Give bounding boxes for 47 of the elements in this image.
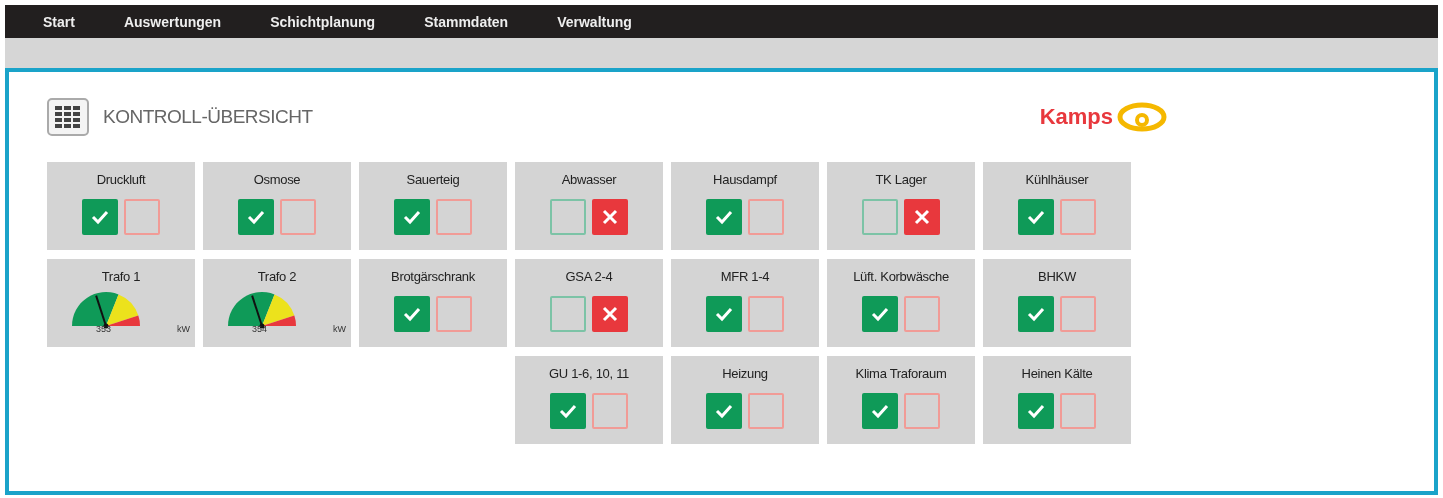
- check-icon: [403, 209, 421, 225]
- sensor-name: TK Lager: [875, 172, 927, 187]
- check-icon: [247, 209, 265, 225]
- check-icon: [403, 306, 421, 322]
- sensor-name: Klima Traforaum: [855, 366, 947, 381]
- sensor-name: Heinen Kälte: [1021, 366, 1093, 381]
- logo-text: Kamps: [1039, 104, 1113, 130]
- check-icon: [1027, 209, 1045, 225]
- check-icon: [715, 306, 733, 322]
- cross-icon: [914, 209, 930, 225]
- menu-item[interactable]: Auswertungen: [123, 13, 222, 30]
- check-icon: [91, 209, 109, 225]
- sensor-name: Kühlhäuser: [1025, 172, 1089, 187]
- sensor-name: Sauerteig: [406, 172, 460, 187]
- sensor-name: Druckluft: [96, 172, 146, 187]
- sensor-name: Abwasser: [561, 172, 617, 187]
- sensor-name: GSA 2-4: [565, 269, 613, 284]
- gauge-reading: 353: [96, 324, 112, 334]
- sensor-name: Hausdampf: [713, 172, 777, 187]
- cross-icon: [602, 209, 618, 225]
- check-icon: [715, 209, 733, 225]
- sensor-name: Heizung: [722, 366, 768, 381]
- sensor-name: Osmose: [253, 172, 301, 187]
- page-title: KONTROLL-ÜBERSICHT: [103, 106, 313, 128]
- menu-item[interactable]: Stammdaten: [424, 13, 509, 30]
- check-icon: [559, 403, 577, 419]
- sensor-name: Trafo 1: [101, 269, 141, 284]
- check-icon: [715, 403, 733, 419]
- gauge-reading: 354: [252, 324, 268, 334]
- cross-icon: [602, 306, 618, 322]
- sensor-name: Brotgärschrank: [391, 269, 475, 284]
- check-icon: [1027, 403, 1045, 419]
- menu-item[interactable]: Start: [43, 13, 75, 30]
- check-icon: [871, 403, 889, 419]
- menu-item[interactable]: Schichtplanung: [270, 13, 376, 30]
- logo-icon: [1117, 102, 1167, 132]
- sensor-name: Lüft. Korbwäsche: [853, 269, 949, 284]
- sensor-name: GU 1-6, 10, 11: [548, 366, 630, 381]
- check-icon: [871, 306, 889, 322]
- grid-icon: [47, 98, 89, 136]
- check-icon: [1027, 306, 1045, 322]
- gauge-unit: kW: [333, 324, 346, 334]
- menu-item[interactable]: Verwaltung: [557, 13, 632, 30]
- sensor-name: BHKW: [1038, 269, 1076, 284]
- gauge-unit: kW: [177, 324, 190, 334]
- sensor-name: Trafo 2: [257, 269, 297, 284]
- sensor-name: MFR 1-4: [720, 269, 770, 284]
